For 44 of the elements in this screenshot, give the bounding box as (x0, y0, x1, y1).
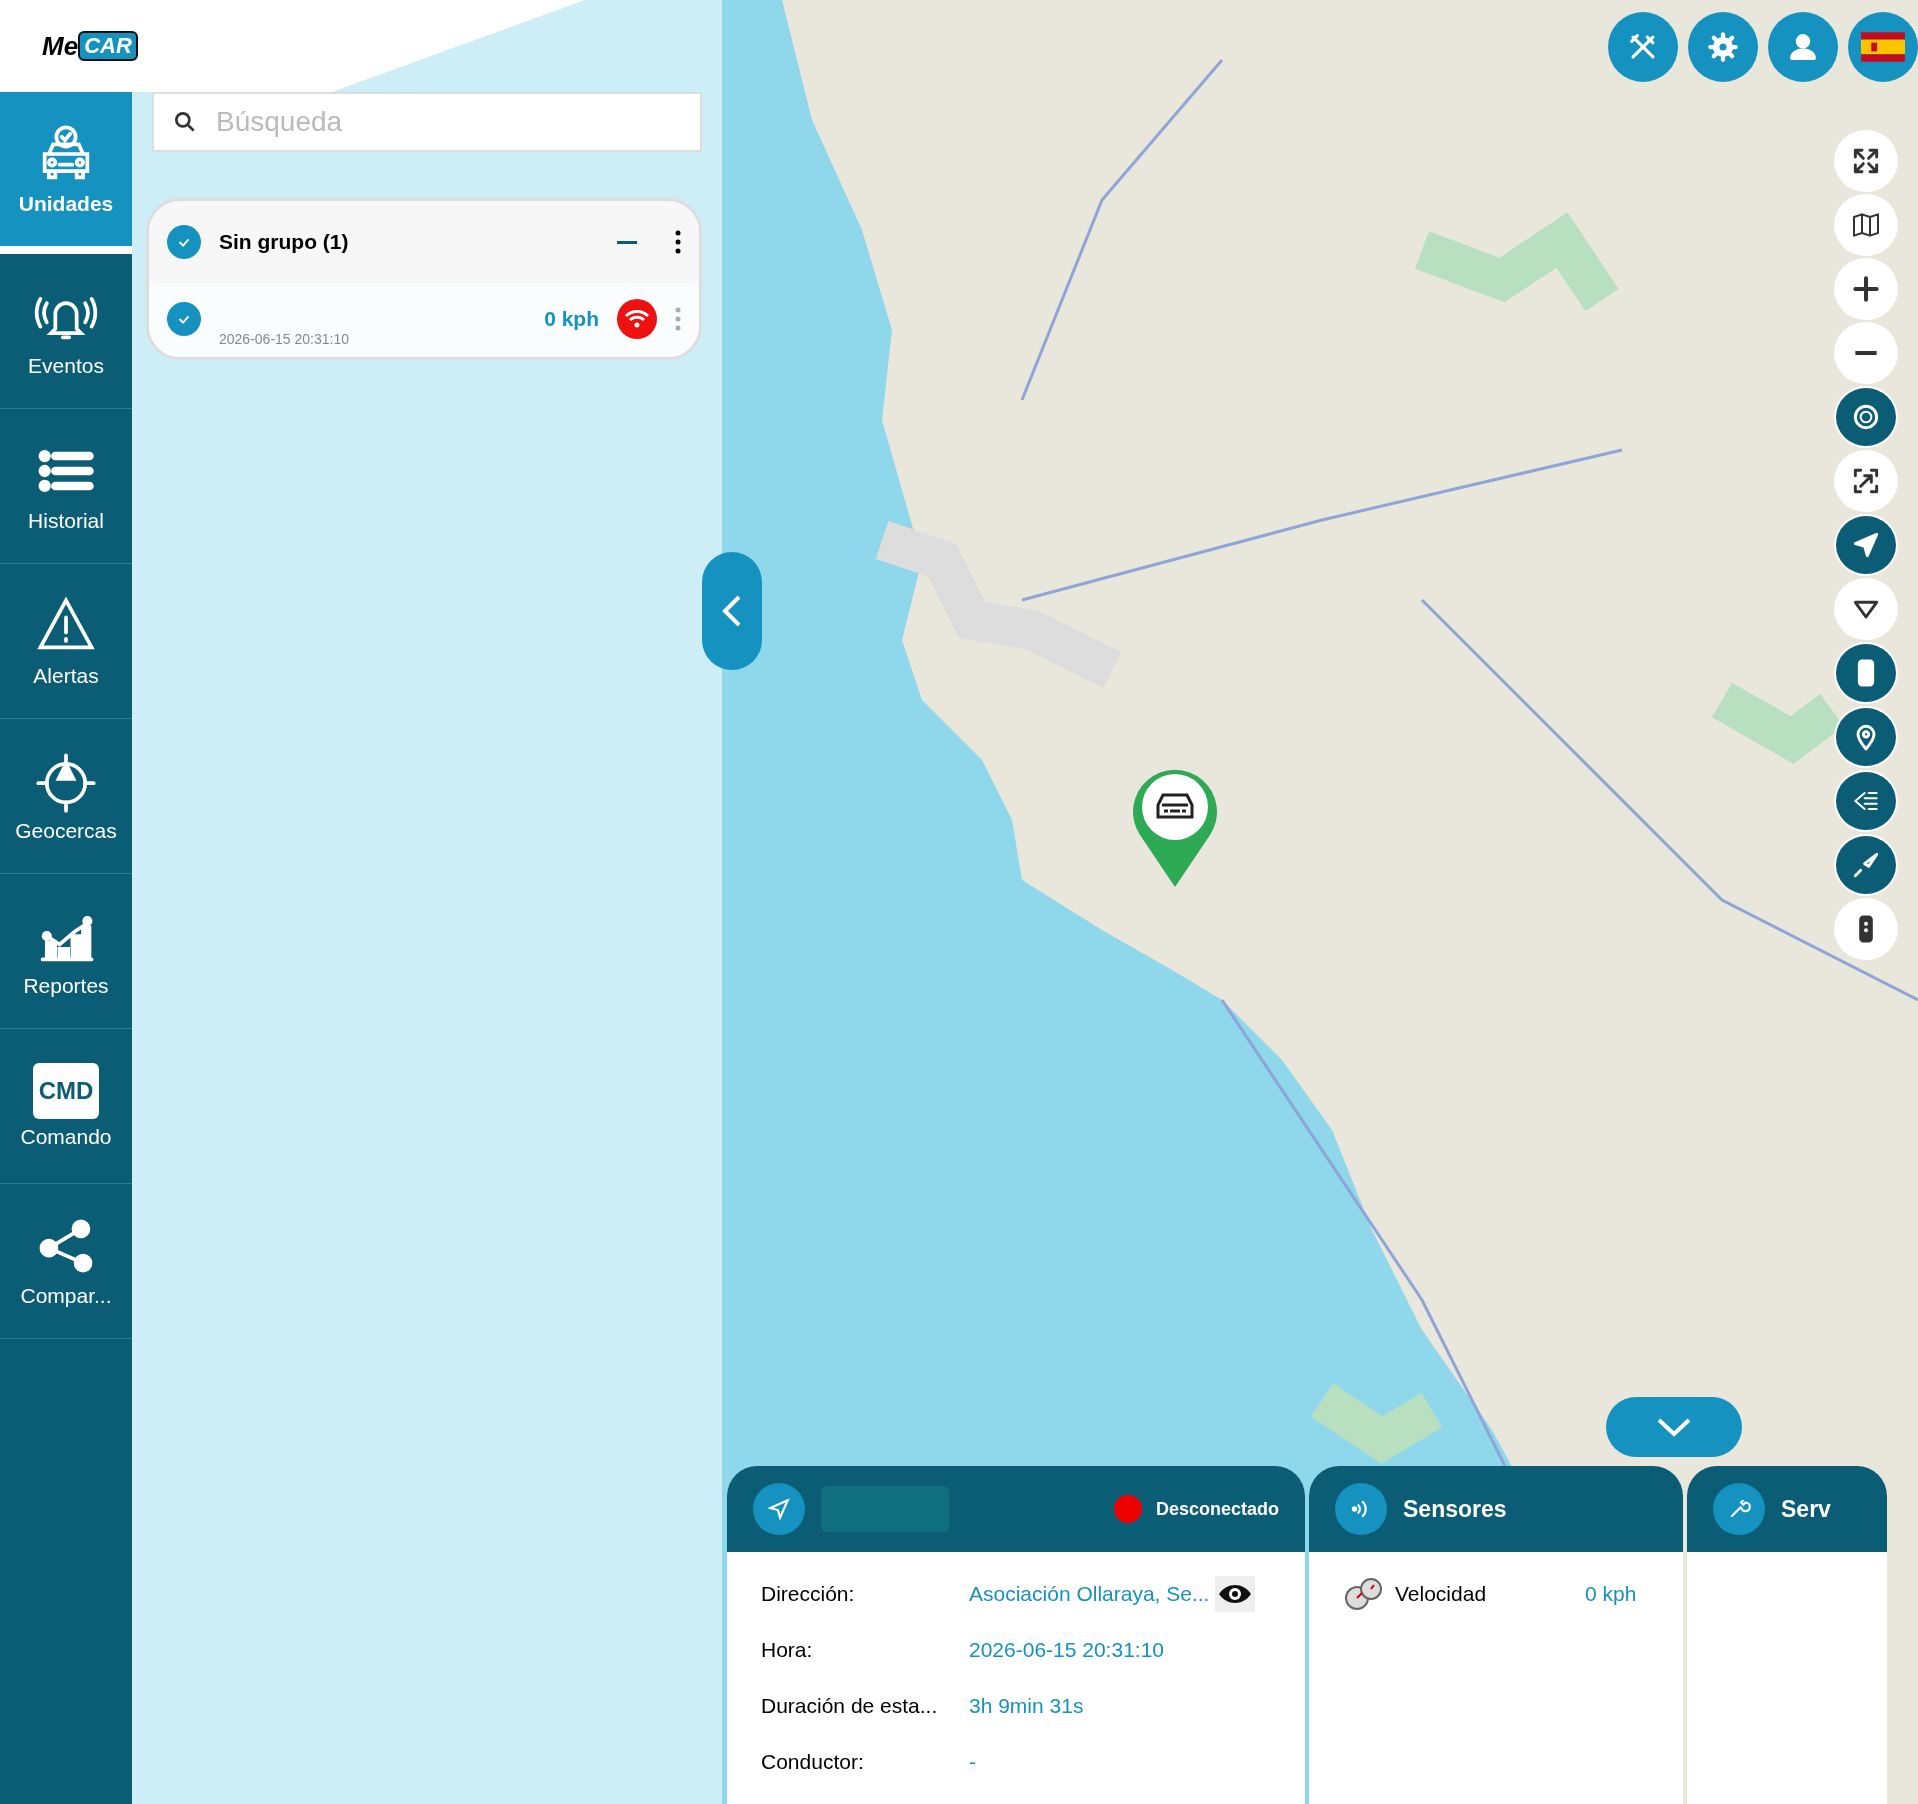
field-value: Asociación Ollaraya, Se... (969, 1582, 1210, 1606)
group-title: Sin grupo (1) (219, 230, 350, 254)
field-value: 2026-06-15 20:31:10 (969, 1638, 1164, 1662)
gauge-icon (1343, 1576, 1385, 1612)
field-value: - (969, 1750, 976, 1774)
sidebar-label: Eventos (28, 354, 104, 378)
field-label: Dirección: (761, 1582, 856, 1606)
checkbox[interactable] (167, 225, 201, 259)
checkbox[interactable] (167, 302, 201, 336)
expand-down-button[interactable] (1606, 1397, 1742, 1457)
sidebar-label: Compar... (20, 1284, 112, 1308)
more-icon[interactable] (675, 230, 681, 254)
status-label: Desconectado (1155, 1498, 1279, 1520)
field-label: Conductor: (761, 1750, 865, 1774)
collapse-panel-button[interactable] (702, 552, 762, 670)
sensor-icon (1335, 1483, 1387, 1535)
panel-title: Serv (1781, 1495, 1831, 1523)
unit-row[interactable]: 2026-06-15 20:31:10 0 kph (149, 283, 699, 357)
sidebar-label: Historial (28, 509, 104, 533)
field-label: Duración de esta... (761, 1694, 939, 1718)
sidebar-label: Geocercas (15, 819, 117, 843)
panel-title: Sensores (1403, 1495, 1507, 1523)
chevron-left-icon (721, 594, 743, 628)
sidebar-label: Comando (20, 1125, 112, 1149)
cmd-icon: CMD (32, 1063, 100, 1119)
sensor-label: Velocidad (1395, 1582, 1488, 1606)
sidebar-label: Reportes (23, 974, 109, 998)
logo: Me CAR (42, 30, 138, 62)
unit-speed: 0 kph (544, 307, 599, 331)
unit-time: 2026-06-15 20:31:10 (219, 331, 350, 347)
eye-icon[interactable] (1215, 1576, 1256, 1612)
field-label: Hora: (761, 1638, 814, 1662)
sidebar-label: Alertas (33, 664, 99, 688)
field-value: 3h 9min 31s (969, 1694, 1084, 1718)
sidebar-label: Unidades (18, 192, 114, 216)
search-field[interactable]: Búsqueda (152, 92, 702, 152)
navigation-icon (753, 1483, 805, 1535)
collapse-group-button[interactable] (617, 240, 637, 244)
flag-icon (1861, 32, 1905, 62)
sensor-value: 0 kph (1585, 1582, 1637, 1606)
sidebar-item[interactable]: Unidades (0, 92, 132, 254)
wrench-icon (1713, 1483, 1765, 1535)
settings-icon (1706, 30, 1740, 64)
chevron-down-icon (1656, 1416, 1692, 1438)
